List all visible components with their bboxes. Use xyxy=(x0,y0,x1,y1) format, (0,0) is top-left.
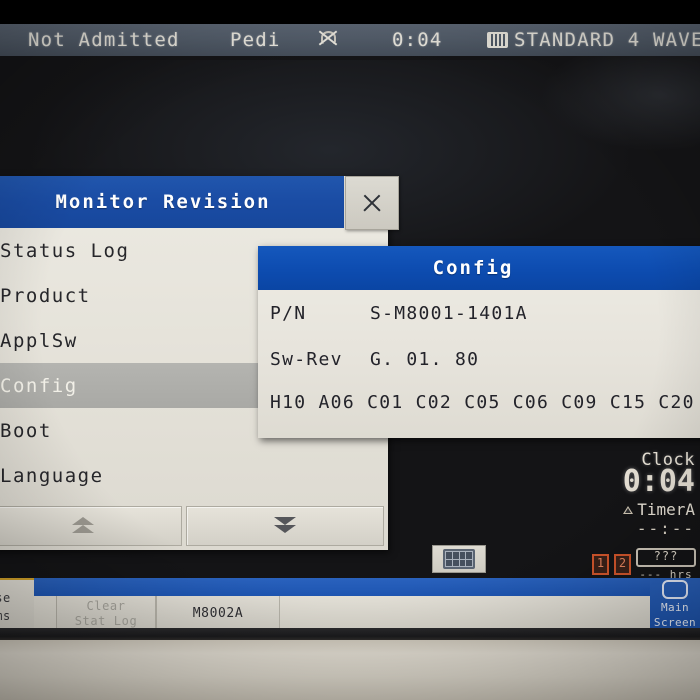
main-screen-button[interactable]: Main Screen xyxy=(650,578,700,632)
menu-item-label: Language xyxy=(0,464,104,487)
bottom-toolbar: Clear Stat Log M8002A Main Screen xyxy=(34,578,700,632)
clock-value: 0:04 xyxy=(622,464,695,499)
toolbar-blue-band xyxy=(34,578,650,596)
monitor-revision-title: Monitor Revision xyxy=(55,191,271,213)
screen-icon xyxy=(662,580,688,600)
battery-slot-2: 2 xyxy=(614,554,631,575)
keyboard-button[interactable] xyxy=(432,545,486,573)
top-status-bar: Not Admitted Pedi 0:04 STANDARD 4 WAVE xyxy=(0,24,700,56)
left-cutoff-line-1: se xyxy=(0,591,11,605)
config-key: Sw-Rev xyxy=(270,348,343,370)
timer-row: TimerA xyxy=(583,500,695,519)
monitor-revision-titlebar: Monitor Revision xyxy=(0,176,344,228)
battery-panel[interactable]: 1 2 ??? --- hrs xyxy=(592,548,696,581)
left-cutoff-line-2: ms xyxy=(0,609,11,623)
config-title: Config xyxy=(432,257,514,279)
clear-stat-log-line-1: Clear xyxy=(86,599,126,613)
scroll-down-button[interactable] xyxy=(186,506,384,546)
wave-screen-icon xyxy=(487,32,508,48)
timer-value: --:-- xyxy=(636,518,695,538)
clear-stat-log-line-2: Stat Log xyxy=(74,614,138,628)
scroll-up-button[interactable] xyxy=(0,506,182,546)
screen-top-edge xyxy=(0,0,700,24)
config-option-codes: H10 A06 C01 C02 C05 C06 C09 C15 C20 xyxy=(270,391,695,413)
double-chevron-down-icon xyxy=(274,517,296,535)
module-m8002a-button[interactable]: M8002A xyxy=(156,596,280,632)
screenshot-root: Not Admitted Pedi 0:04 STANDARD 4 WAVE C… xyxy=(0,0,700,700)
screen-glare-secondary xyxy=(440,55,700,195)
menu-item-label: Boot xyxy=(0,419,52,442)
menu-item-label: Product xyxy=(0,284,91,307)
battery-slot-1: 1 xyxy=(592,554,609,575)
config-dialog: Config P/N S-M8001-1401A Sw-Rev G. 01. 8… xyxy=(258,246,700,438)
main-screen-line-1: Main xyxy=(660,601,690,615)
config-value: G. 01. 80 xyxy=(370,348,480,370)
monitor-screen: Not Admitted Pedi 0:04 STANDARD 4 WAVE C… xyxy=(0,0,700,632)
left-cutoff-button[interactable]: se ms xyxy=(0,578,36,632)
clock-panel[interactable]: Clock 0:04 TimerA --:-- xyxy=(583,450,695,538)
menu-item-label: ApplSw xyxy=(0,329,78,352)
battery-charge-text: ??? xyxy=(636,548,696,567)
menu-item-label: Status Log xyxy=(0,239,130,262)
menu-item-language[interactable]: Language xyxy=(0,453,388,498)
patient-status-label[interactable]: Not Admitted xyxy=(28,29,180,51)
config-value: S-M8001-1401A xyxy=(370,302,528,324)
config-row-swrev: Sw-Rev G. 01. 80 xyxy=(258,336,700,382)
clear-stat-log-button[interactable]: Clear Stat Log xyxy=(56,596,156,632)
monitor-revision-close-button[interactable] xyxy=(345,176,399,230)
close-x-icon xyxy=(361,192,383,214)
patient-category-label[interactable]: Pedi xyxy=(230,29,281,51)
config-row-pn: P/N S-M8001-1401A xyxy=(258,290,700,336)
elapsed-time-label: 0:04 xyxy=(392,29,443,51)
bell-off-icon[interactable] xyxy=(318,28,338,52)
config-body: P/N S-M8001-1401A Sw-Rev G. 01. 80 H10 A… xyxy=(258,290,700,422)
double-chevron-up-icon xyxy=(72,517,94,535)
monitor-bezel-bottom xyxy=(0,640,700,700)
triangle-alert-icon xyxy=(622,505,634,514)
config-titlebar: Config xyxy=(258,246,700,290)
keyboard-icon xyxy=(443,549,475,569)
timer-label: TimerA xyxy=(637,499,695,519)
battery-gauge: ??? --- hrs xyxy=(636,548,696,581)
module-label: M8002A xyxy=(192,605,244,621)
config-key: P/N xyxy=(270,302,307,324)
scroll-button-row xyxy=(0,506,384,546)
screen-layout-label: STANDARD 4 WAVE xyxy=(514,29,700,51)
screen-layout-indicator[interactable]: STANDARD 4 WAVE xyxy=(487,29,700,51)
menu-item-label: Config xyxy=(0,374,78,397)
